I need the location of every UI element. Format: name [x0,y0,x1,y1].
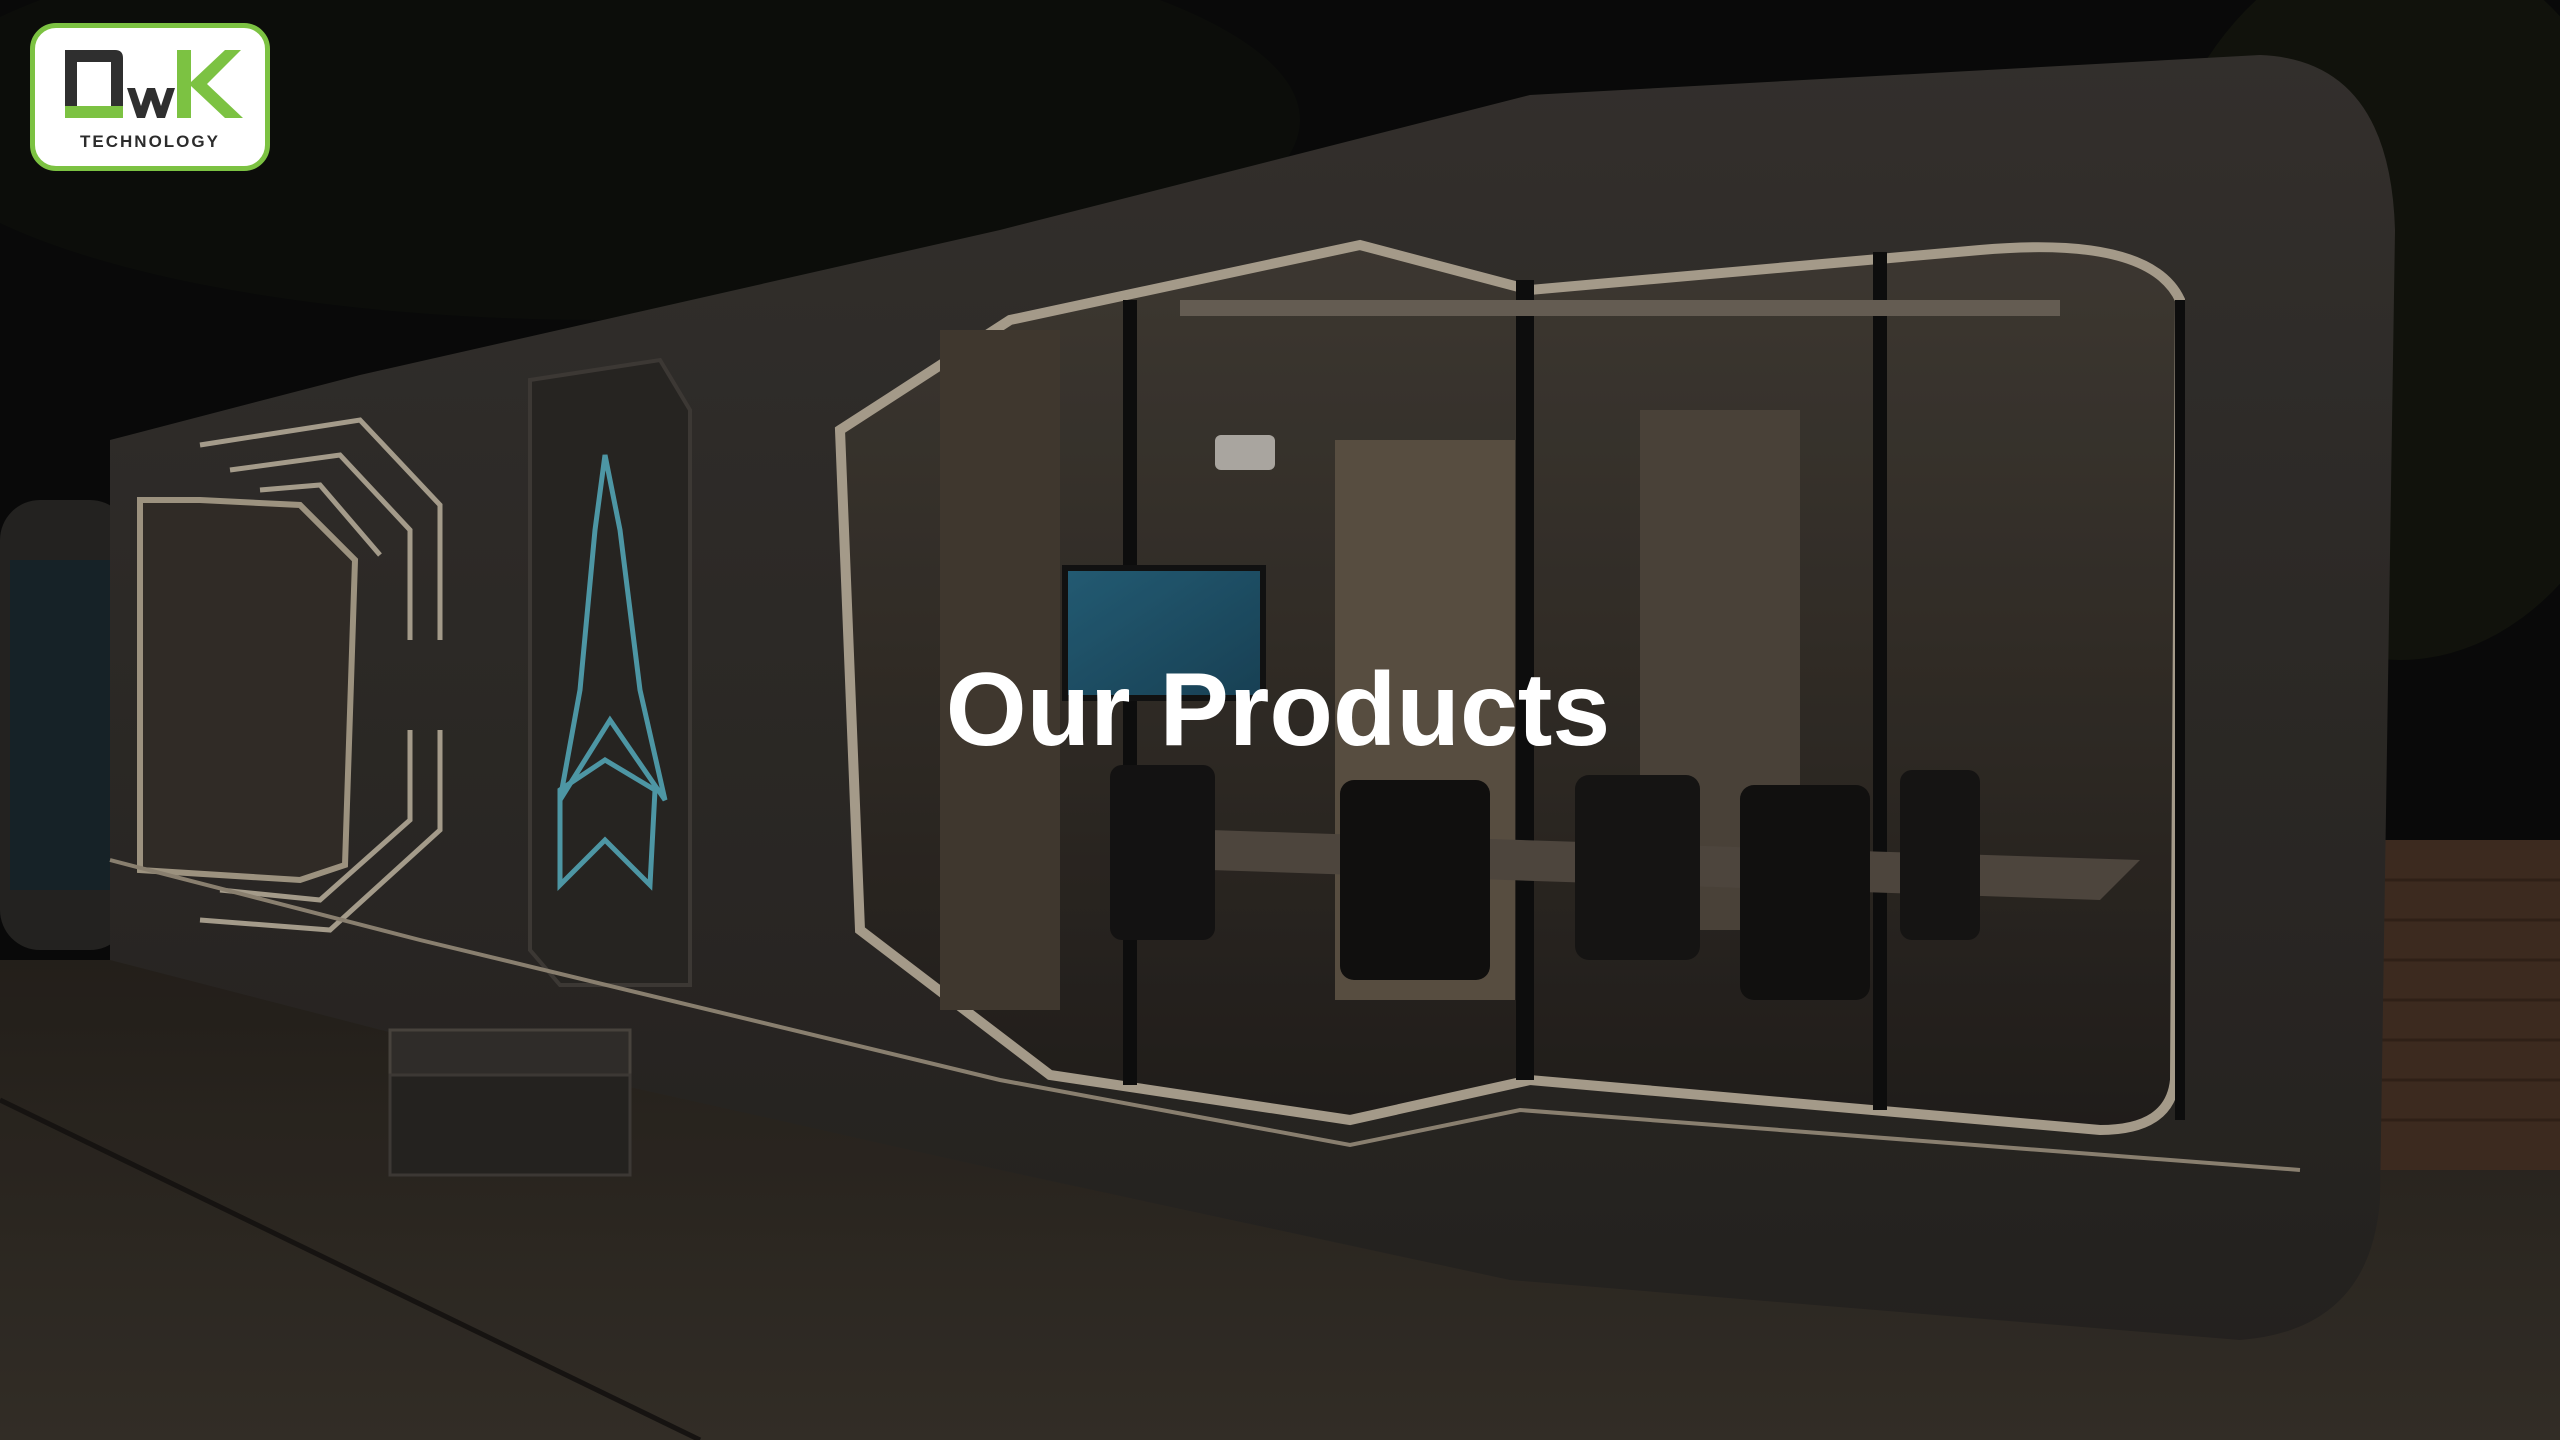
logo-subtitle: TECHNOLOGY [80,132,220,151]
company-logo: TECHNOLOGY [30,23,270,171]
page-title: Our Products [0,658,2560,762]
slide: TECHNOLOGY Our Products [0,0,2560,1440]
page-title-text: Our Products [945,652,1611,768]
